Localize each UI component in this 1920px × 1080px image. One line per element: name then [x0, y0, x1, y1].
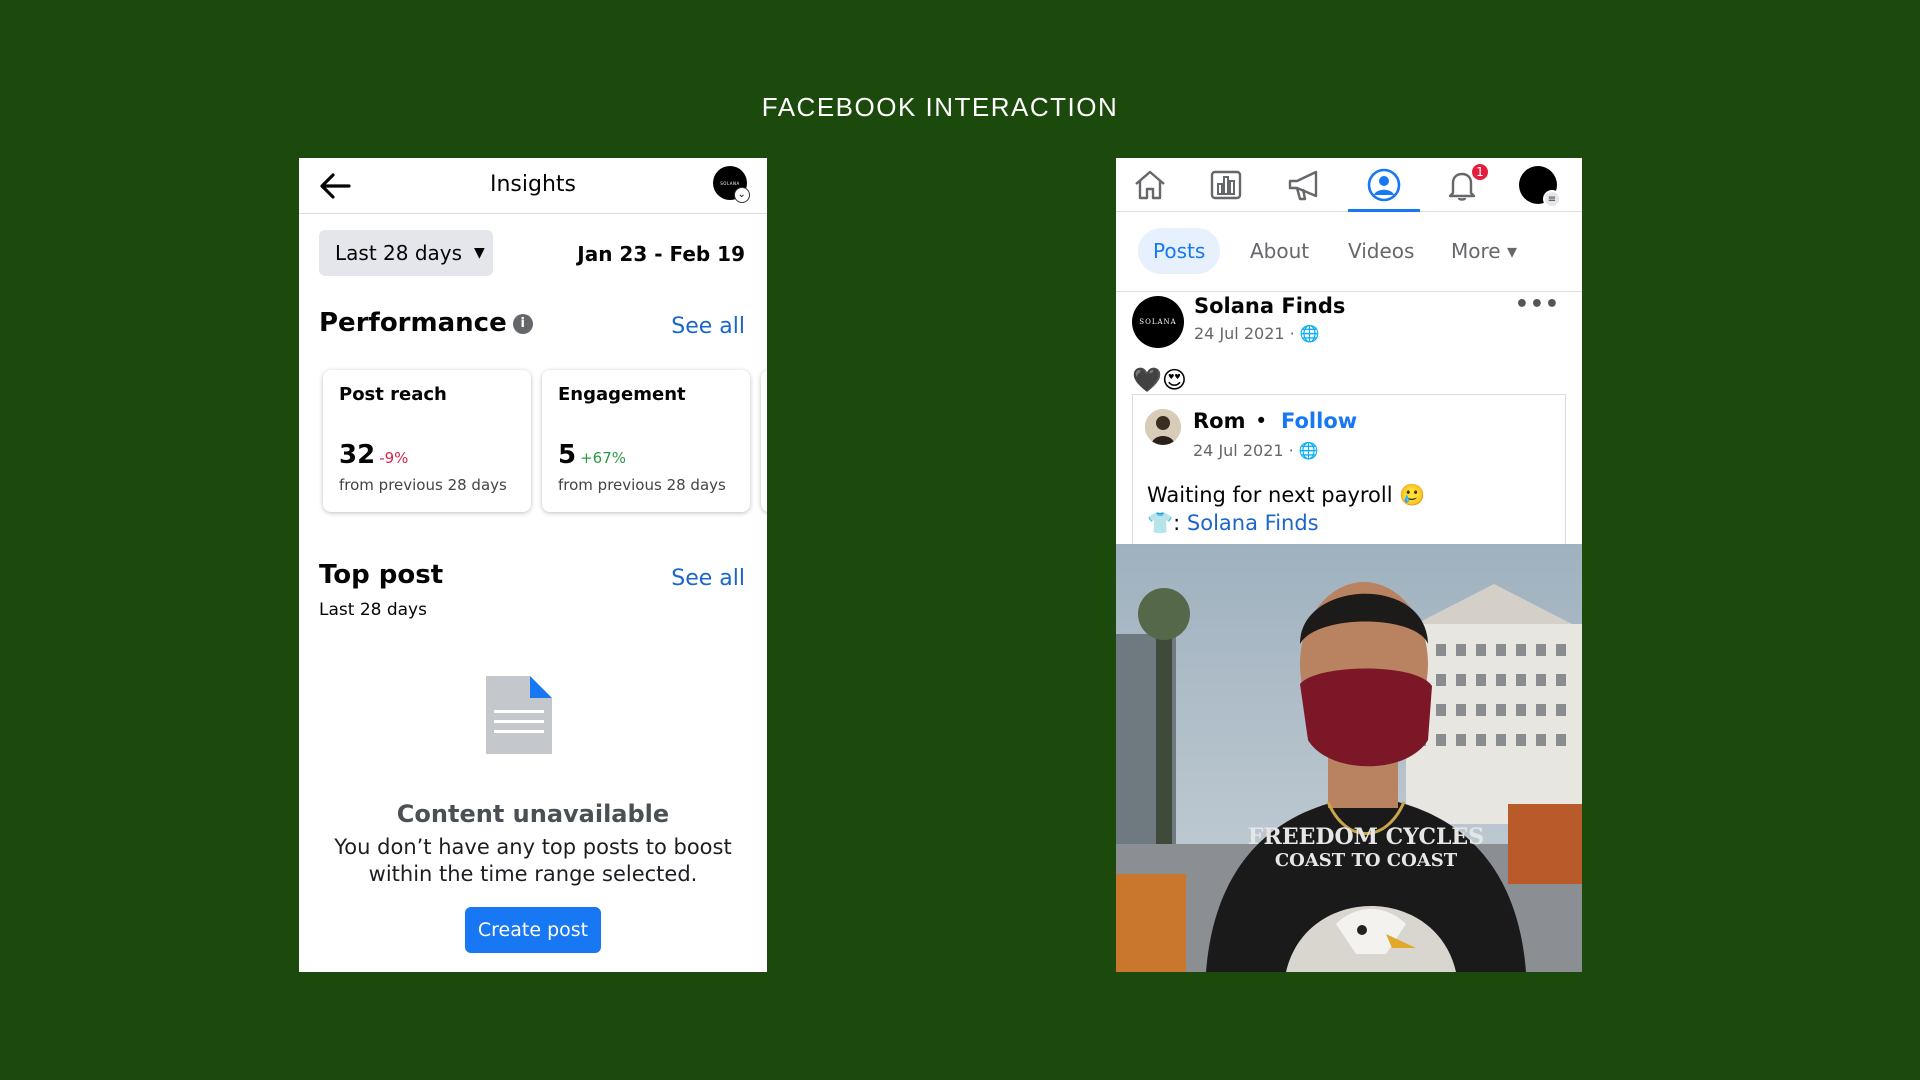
nav-page[interactable]: [1348, 158, 1420, 212]
caption-page-link[interactable]: Solana Finds: [1187, 511, 1319, 535]
date-range-text: Jan 23 - Feb 19: [577, 242, 745, 266]
tab-more[interactable]: More ▾: [1436, 228, 1532, 274]
create-post-button[interactable]: Create post: [465, 907, 601, 953]
shirt-text-line1: FREEDOM CYCLES: [1248, 824, 1484, 850]
card-subtitle: from previous 28 days: [558, 476, 726, 494]
page-title: Insights: [489, 172, 576, 197]
notification-badge: 1: [1470, 162, 1490, 182]
card-value-number: 5: [558, 440, 577, 470]
nav-notifications[interactable]: 1: [1426, 158, 1498, 212]
card-value: 32 -9%: [339, 440, 408, 470]
card-title: Post reach: [339, 384, 447, 405]
megaphone-icon: [1288, 170, 1318, 201]
nav-home[interactable]: [1116, 158, 1186, 212]
date-range-dropdown[interactable]: Last 28 days ▼: [319, 230, 493, 276]
card-title: Engagement: [558, 384, 686, 405]
profile-icon: [1367, 168, 1401, 202]
bar-chart-icon: [1210, 170, 1242, 200]
insights-screen: Insights SOLANA ⌄ Last 28 days ▼ Jan 23 …: [299, 158, 767, 972]
top-nav-bar: 1 ≡: [1116, 158, 1582, 212]
caption-line: Waiting for next payroll 🥲: [1147, 483, 1426, 507]
follow-button[interactable]: Follow: [1281, 409, 1357, 433]
top-post-subtitle: Last 28 days: [319, 600, 427, 620]
shared-caption: Waiting for next payroll 🥲 👕: Solana Fin…: [1147, 481, 1425, 537]
performance-title: Performance i: [319, 308, 533, 338]
nav-menu[interactable]: ≡: [1502, 158, 1574, 212]
shared-author[interactable]: Rom: [1193, 409, 1245, 433]
page-avatar[interactable]: SOLANA ⌄: [713, 166, 750, 203]
tab-videos[interactable]: Videos: [1333, 228, 1429, 274]
card-delta: -9%: [379, 449, 409, 467]
insights-header: Insights SOLANA ⌄: [299, 158, 767, 214]
home-icon: [1135, 170, 1165, 200]
shared-meta: 24 Jul 2021 · 🌐: [1193, 441, 1319, 460]
separator-dot: •: [1255, 409, 1268, 433]
tab-posts[interactable]: Posts: [1138, 228, 1221, 274]
tab-about[interactable]: About: [1235, 228, 1324, 274]
card-subtitle: from previous 28 days: [339, 476, 507, 494]
menu-icon: ≡: [1543, 190, 1561, 208]
post-meta: 24 Jul 2021 · 🌐: [1194, 324, 1320, 343]
page-tabs: Posts About Videos More ▾: [1116, 212, 1582, 292]
date-range-label: Last 28 days: [335, 241, 463, 265]
card-value-number: 32: [339, 440, 376, 470]
card-value: 5 +67%: [558, 440, 626, 470]
empty-state-title: Content unavailable: [396, 800, 670, 828]
page-feed-screen: 1 ≡ Posts About Videos More ▾ SOLANA Sol…: [1116, 158, 1582, 972]
top-post-see-all-link[interactable]: See all: [671, 566, 745, 591]
next-card-peek[interactable]: [761, 370, 767, 512]
performance-title-text: Performance: [319, 308, 507, 338]
person-avatar-icon: [1145, 409, 1181, 445]
nav-insights[interactable]: [1190, 158, 1262, 212]
info-icon[interactable]: i: [512, 313, 533, 334]
caption-prefix: 👕:: [1147, 511, 1187, 535]
date-range-row: Last 28 days ▼ Jan 23 - Feb 19: [299, 214, 767, 290]
shared-post: Rom • Follow 24 Jul 2021 · 🌐 Waiting for…: [1132, 394, 1566, 554]
chevron-down-icon: ⌄: [734, 187, 750, 203]
caret-down-icon: ▼: [474, 245, 485, 261]
empty-state-text: You don’t have any top posts to boost wi…: [334, 835, 732, 886]
author-avatar[interactable]: SOLANA: [1132, 296, 1184, 348]
avatar-logo-text: SOLANA: [720, 180, 740, 186]
shirt-text-line2: COAST TO COAST: [1275, 850, 1458, 871]
post-reach-card[interactable]: Post reach 32 -9% from previous 28 days: [323, 370, 531, 512]
post-header: SOLANA Solana Finds 24 Jul 2021 · 🌐 •••: [1116, 292, 1582, 366]
document-icon: [486, 676, 552, 754]
post-author[interactable]: Solana Finds: [1194, 294, 1345, 318]
top-post-title: Top post: [319, 560, 444, 590]
engagement-card[interactable]: Engagement 5 +67% from previous 28 days: [542, 370, 750, 512]
nav-ads[interactable]: [1268, 158, 1340, 212]
top-post-header: Top post Last 28 days See all: [299, 550, 767, 628]
caption-credit: 👕: Solana Finds: [1147, 509, 1425, 537]
slide-title: FACEBOOK INTERACTION: [761, 92, 1119, 122]
page-avatar: ≡: [1519, 166, 1561, 208]
performance-see-all-link[interactable]: See all: [671, 314, 745, 339]
post-photo[interactable]: FREEDOM CYCLES COAST TO COAST: [1116, 544, 1582, 972]
more-options-icon[interactable]: •••: [1515, 292, 1560, 317]
performance-header: Performance i See all: [299, 290, 767, 350]
card-delta: +67%: [580, 449, 627, 467]
shared-author-avatar[interactable]: [1145, 409, 1181, 445]
performance-cards: Post reach 32 -9% from previous 28 days E…: [299, 370, 767, 522]
